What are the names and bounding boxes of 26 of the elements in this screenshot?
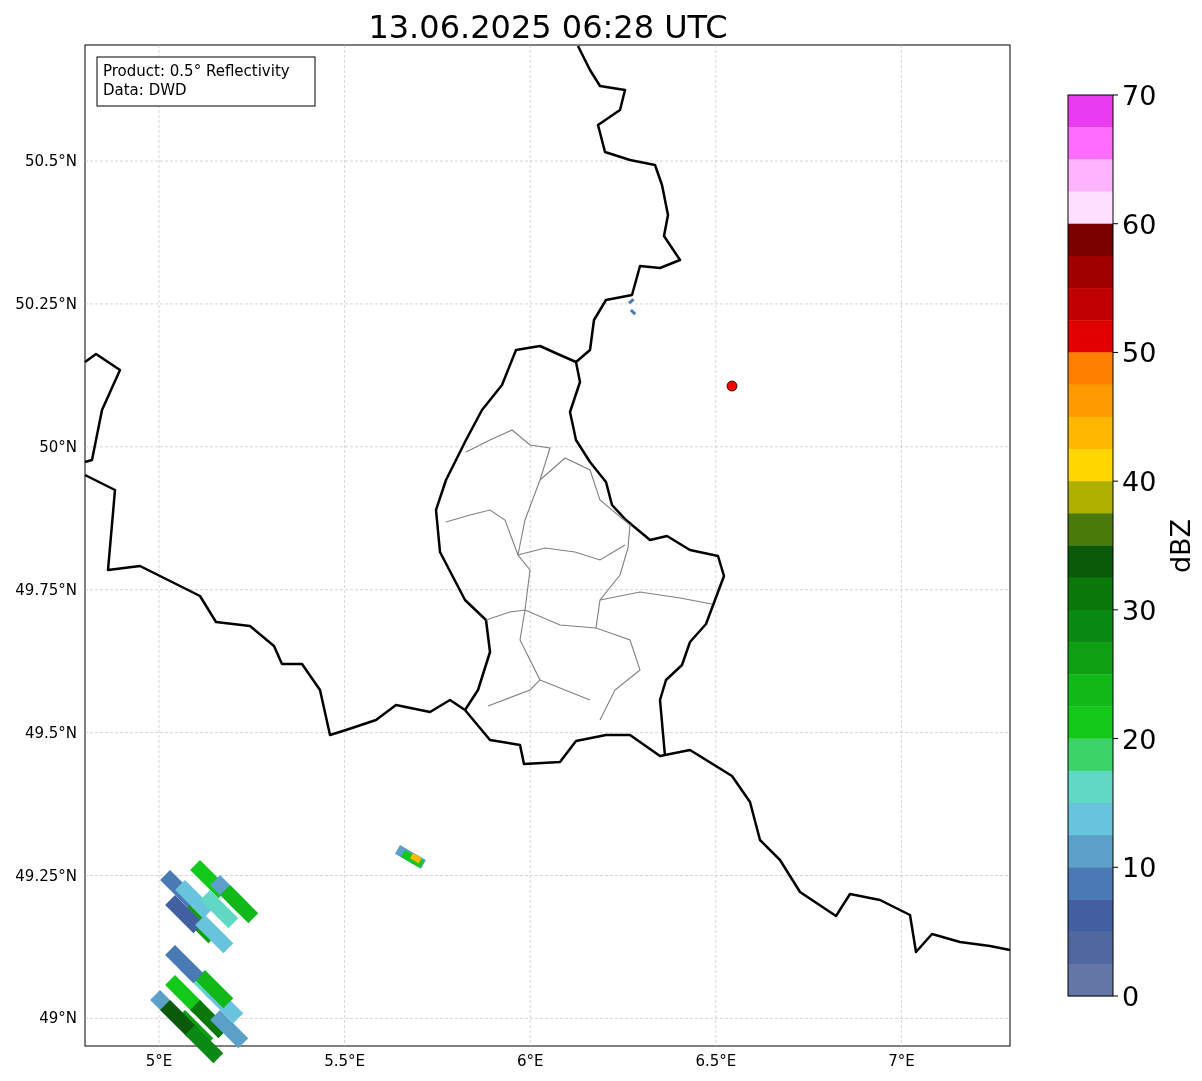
longitude-label: 6.5°E — [695, 1052, 737, 1070]
colorbar-tick-label: 70 — [1122, 80, 1157, 111]
colorbar-tick-label: 60 — [1122, 208, 1157, 240]
latitude-label: 49.75°N — [15, 580, 77, 599]
colorbar-tick-label: 30 — [1122, 594, 1157, 626]
latitude-label: 50.5°N — [24, 152, 77, 170]
colorbar-tick-label: 20 — [1122, 723, 1157, 755]
colorbar-tick-label: 50 — [1122, 337, 1157, 369]
latitude-label: 49.25°N — [15, 866, 77, 885]
info-text: Data: DWD — [103, 81, 187, 99]
longitude-label: 7°E — [888, 1052, 915, 1070]
radar-site-marker — [726, 380, 738, 392]
radar-echo-drawing — [628, 298, 637, 316]
colorbar-label: dBZ — [1165, 518, 1196, 574]
latitude-label: 49.5°N — [24, 723, 77, 742]
colorbar-tick-label: 10 — [1122, 852, 1157, 884]
latitude-label: 50°N — [39, 437, 77, 456]
longitude-label: 5°E — [145, 1052, 173, 1070]
latitude-label: 50.25°N — [15, 294, 77, 313]
latitude-label: 49°N — [39, 1009, 77, 1028]
longitude-label: 6°E — [516, 1052, 544, 1070]
longitude-label: 5.5°E — [324, 1052, 365, 1070]
colorbar-tick-label: 40 — [1122, 466, 1157, 498]
figure-title: 13.06.2025 06:28 UTC — [368, 8, 728, 46]
colorbar-tick-label: 0 — [1122, 981, 1140, 1012]
info-text: Product: 0.5° Reflectivity — [103, 62, 290, 80]
